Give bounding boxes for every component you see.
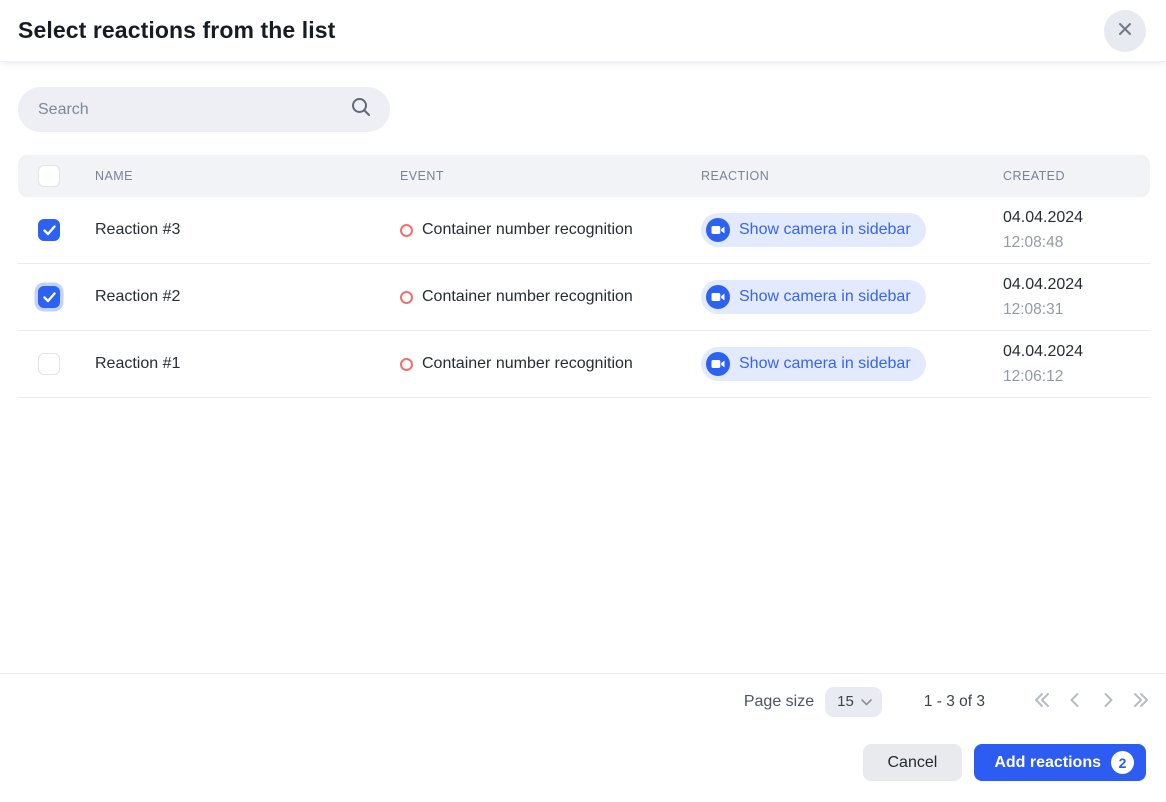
reaction-badge[interactable]: Show camera in sidebar bbox=[701, 280, 926, 314]
created-time: 12:08:48 bbox=[1003, 230, 1150, 255]
page-size-label: Page size bbox=[744, 693, 814, 711]
chevron-down-icon bbox=[854, 693, 872, 710]
event-ring-icon bbox=[400, 291, 413, 304]
chevron-right-icon bbox=[1097, 689, 1119, 714]
modal-footer: Cancel Add reactions 2 bbox=[0, 729, 1166, 802]
checkmark-icon bbox=[43, 292, 56, 303]
video-camera-icon bbox=[706, 352, 730, 376]
search-icon bbox=[350, 96, 372, 123]
add-reactions-label: Add reactions bbox=[994, 754, 1101, 772]
first-page-button[interactable] bbox=[1031, 691, 1053, 713]
select-all-checkbox[interactable] bbox=[38, 165, 60, 187]
reaction-name: Reaction #1 bbox=[95, 355, 400, 373]
column-header-event: EVENT bbox=[400, 169, 701, 183]
created-date: 04.04.2024 bbox=[1003, 339, 1150, 364]
created-time: 12:06:12 bbox=[1003, 364, 1150, 389]
reaction-name: Reaction #3 bbox=[95, 221, 400, 239]
reaction-label: Show camera in sidebar bbox=[739, 288, 911, 306]
modal-header: Select reactions from the list bbox=[0, 0, 1166, 62]
event-label: Container number recognition bbox=[422, 221, 633, 239]
pagination-range: 1 - 3 of 3 bbox=[924, 693, 985, 711]
reaction-label: Show camera in sidebar bbox=[739, 355, 911, 373]
table-header-row: NAME EVENT REACTION CREATED bbox=[18, 155, 1150, 197]
checkmark-icon bbox=[43, 225, 56, 236]
reactions-table: NAME EVENT REACTION CREATED Reaction #3 … bbox=[18, 155, 1150, 398]
reaction-label: Show camera in sidebar bbox=[739, 221, 911, 239]
search-input[interactable] bbox=[38, 101, 350, 119]
created-time: 12:08:31 bbox=[1003, 297, 1150, 322]
table-row: Reaction #1 Container number recognition… bbox=[18, 331, 1150, 398]
reaction-badge[interactable]: Show camera in sidebar bbox=[701, 347, 926, 381]
close-icon bbox=[1117, 21, 1133, 40]
created-date: 04.04.2024 bbox=[1003, 272, 1150, 297]
row-checkbox[interactable] bbox=[38, 286, 60, 308]
close-button[interactable] bbox=[1104, 10, 1146, 52]
next-page-button[interactable] bbox=[1097, 691, 1119, 713]
table-row: Reaction #3 Container number recognition… bbox=[18, 197, 1150, 264]
pagination-bar: Page size 15 1 - 3 of 3 bbox=[0, 673, 1166, 729]
selected-count-badge: 2 bbox=[1111, 751, 1134, 774]
created-date: 04.04.2024 bbox=[1003, 205, 1150, 230]
reaction-badge[interactable]: Show camera in sidebar bbox=[701, 213, 926, 247]
double-chevron-left-icon bbox=[1031, 689, 1053, 714]
prev-page-button[interactable] bbox=[1064, 691, 1086, 713]
double-chevron-right-icon bbox=[1130, 689, 1152, 714]
event-label: Container number recognition bbox=[422, 355, 633, 373]
page-size-value: 15 bbox=[837, 693, 854, 710]
video-camera-icon bbox=[706, 285, 730, 309]
column-header-name: NAME bbox=[95, 169, 400, 183]
column-header-created: CREATED bbox=[1003, 169, 1150, 183]
chevron-left-icon bbox=[1064, 689, 1086, 714]
add-reactions-button[interactable]: Add reactions 2 bbox=[974, 744, 1146, 781]
event-ring-icon bbox=[400, 358, 413, 371]
cancel-button[interactable]: Cancel bbox=[863, 744, 963, 781]
row-checkbox[interactable] bbox=[38, 353, 60, 375]
video-camera-icon bbox=[706, 218, 730, 242]
event-ring-icon bbox=[400, 224, 413, 237]
row-checkbox[interactable] bbox=[38, 219, 60, 241]
event-label: Container number recognition bbox=[422, 288, 633, 306]
modal-title: Select reactions from the list bbox=[18, 17, 335, 44]
last-page-button[interactable] bbox=[1130, 691, 1152, 713]
search-bar[interactable] bbox=[18, 87, 390, 132]
page-size-select[interactable]: 15 bbox=[825, 687, 882, 717]
reaction-name: Reaction #2 bbox=[95, 288, 400, 306]
table-row: Reaction #2 Container number recognition… bbox=[18, 264, 1150, 331]
column-header-reaction: REACTION bbox=[701, 169, 1003, 183]
modal-body: NAME EVENT REACTION CREATED Reaction #3 … bbox=[0, 62, 1166, 673]
